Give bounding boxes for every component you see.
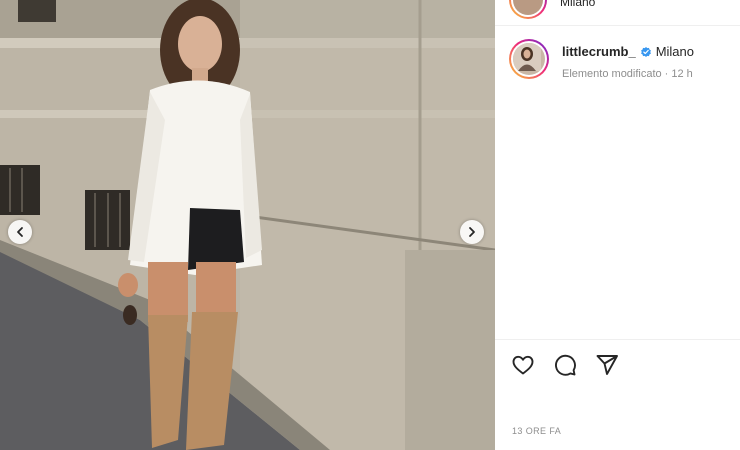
chevron-right-icon xyxy=(469,227,475,237)
verified-badge-icon xyxy=(640,46,651,57)
edited-label: Elemento modificato xyxy=(562,68,662,80)
post-header: littlecrumb_ Milano Elemento modificato ·… xyxy=(495,38,740,84)
post-timestamp[interactable]: 13 ORE FA xyxy=(512,426,561,436)
username[interactable]: littlecrumb_ xyxy=(562,44,636,59)
separator-dot: · xyxy=(664,68,669,80)
divider xyxy=(495,339,740,340)
username-line: littlecrumb_ Milano xyxy=(562,44,694,59)
share-button[interactable] xyxy=(594,352,620,378)
avatar[interactable] xyxy=(509,39,549,79)
comment-bubble-icon xyxy=(555,354,576,376)
post-photo[interactable] xyxy=(0,0,495,450)
post-side-panel: Milano littlecrumb_ Milano Elemento modi… xyxy=(495,0,740,450)
post-image xyxy=(0,0,495,450)
next-photo-button[interactable] xyxy=(460,220,484,244)
post-subtitle: Elemento modificato · 12 h xyxy=(562,68,693,80)
avatar-image xyxy=(513,43,541,71)
previous-post-location[interactable]: Milano xyxy=(560,0,595,9)
like-button[interactable] xyxy=(510,352,536,378)
heart-icon xyxy=(512,355,534,375)
previous-post-avatar[interactable] xyxy=(509,0,547,19)
comment-button[interactable] xyxy=(552,352,578,378)
post-location[interactable]: Milano xyxy=(656,44,694,59)
chevron-left-icon xyxy=(17,227,23,237)
previous-photo-button[interactable] xyxy=(8,220,32,244)
post-actions xyxy=(510,352,620,378)
previous-post-header: Milano xyxy=(495,0,740,26)
post-age: 12 h xyxy=(671,68,693,80)
paper-plane-icon xyxy=(596,355,618,375)
